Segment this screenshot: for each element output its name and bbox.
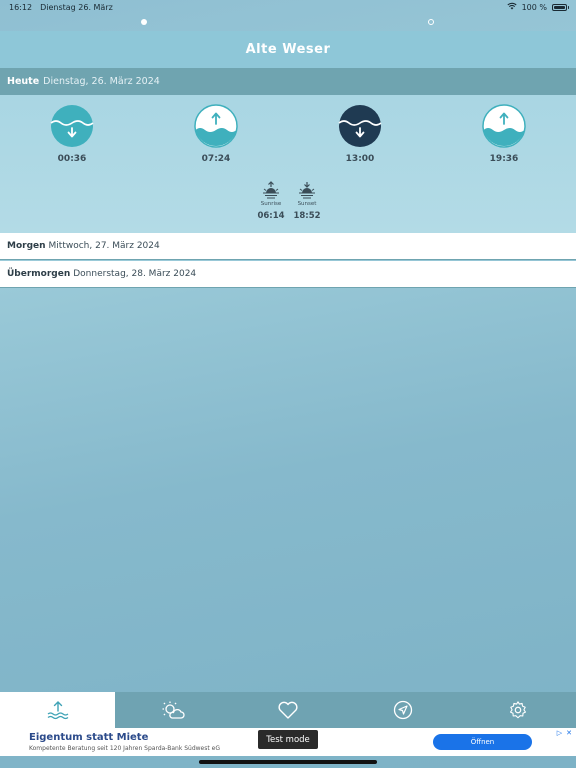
ad-choices[interactable]: ▷ ✕ <box>557 729 572 737</box>
test-mode-badge: Test mode <box>258 730 318 749</box>
tide-time: 00:36 <box>57 154 87 164</box>
title-bar: Alte Weser <box>0 31 576 68</box>
sunrise-icon <box>263 181 279 199</box>
day-label: Morgen <box>7 241 46 251</box>
ad-open-button[interactable]: Öffnen <box>433 734 532 750</box>
tab-weather[interactable] <box>115 692 230 728</box>
heart-icon <box>278 701 298 719</box>
ad-info-icon[interactable]: ▷ <box>557 729 562 737</box>
tab-location[interactable] <box>346 692 461 728</box>
today-date: Dienstag, 26. März 2024 <box>43 76 160 87</box>
tide-time: 13:00 <box>345 154 375 164</box>
sunset-time: 18:52 <box>293 211 321 221</box>
ad-banner[interactable]: Eigentum statt Miete Kompetente Beratung… <box>0 728 576 756</box>
page-dot-location-icon[interactable] <box>428 19 434 25</box>
sunrise-label: Sunrise <box>260 201 282 207</box>
sunrise-entry: Sunrise 06:14 <box>256 181 286 221</box>
battery-text: 100 % <box>521 2 547 12</box>
tide-time: 19:36 <box>489 154 519 164</box>
status-time: 16:12 <box>9 2 33 12</box>
ad-title[interactable]: Eigentum statt Miete <box>29 732 148 743</box>
day-label: Übermorgen <box>7 269 71 279</box>
sunset-icon <box>299 182 315 199</box>
gear-icon <box>510 701 527 719</box>
tide-high-icon <box>194 104 238 148</box>
page-title: Alte Weser <box>245 42 331 57</box>
sunrise-time: 06:14 <box>257 211 285 221</box>
day-date: Donnerstag, 28. März 2024 <box>73 269 197 279</box>
tab-favorites[interactable] <box>230 692 345 728</box>
tab-tides[interactable] <box>0 692 116 728</box>
today-label: Heute <box>7 76 40 87</box>
wifi-icon <box>506 2 517 12</box>
tab-bar <box>0 692 576 728</box>
sunset-entry: Sunset 18:52 <box>292 181 322 221</box>
tide-entry: 07:24 <box>186 104 246 164</box>
page-dot-current[interactable] <box>141 19 147 25</box>
today-tides-panel: 00:36 07:24 13:00 19:36 Sunrise 06:14 Su… <box>0 95 576 233</box>
tide-entry: 00:36 <box>42 104 102 164</box>
tide-entry: 19:36 <box>474 104 534 164</box>
day-date: Mittwoch, 27. März 2024 <box>48 241 160 251</box>
tide-waves-icon <box>47 701 68 720</box>
status-bar: 16:12 Dienstag 26. März 100 % <box>0 0 576 14</box>
close-icon[interactable]: ✕ <box>566 729 572 737</box>
tide-low-icon <box>50 105 94 147</box>
day-row-morgen[interactable]: Morgen Mittwoch, 27. März 2024 <box>0 233 576 260</box>
status-date: Dienstag 26. März <box>40 2 113 12</box>
battery-icon <box>552 3 569 11</box>
navigation-arrow-icon <box>394 700 413 720</box>
tide-time: 07:24 <box>201 154 231 164</box>
tide-high-icon <box>482 104 526 148</box>
sunset-label: Sunset <box>297 201 317 207</box>
tide-entry-current: 13:00 <box>330 104 390 164</box>
day-row-uebermorgen[interactable]: Übermorgen Donnerstag, 28. März 2024 <box>0 261 576 288</box>
today-header[interactable]: Heute Dienstag, 26. März 2024 <box>0 68 576 95</box>
page-indicator <box>0 19 576 27</box>
tide-low-icon <box>338 105 382 147</box>
ad-subtitle: Kompetente Beratung seit 120 Jahren Spar… <box>29 745 220 752</box>
tab-settings[interactable] <box>461 692 576 728</box>
sun-cloud-icon <box>162 701 185 719</box>
battery-fill <box>554 5 565 9</box>
home-indicator <box>199 760 377 764</box>
